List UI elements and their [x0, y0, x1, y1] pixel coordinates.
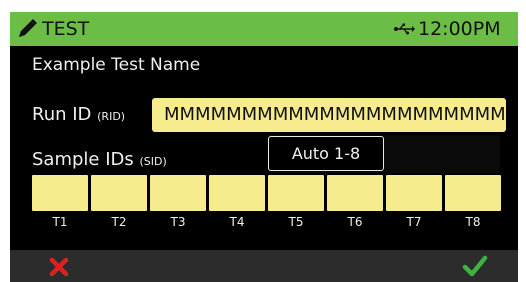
- tube-label: T5: [288, 215, 304, 229]
- pen-icon: [19, 19, 37, 37]
- tube-label: T7: [406, 215, 422, 229]
- device-screen: TEST 12:00PM Example Test Name Run ID (R…: [10, 12, 518, 282]
- tube-label: T4: [229, 215, 245, 229]
- tube-slot-t6[interactable]: [327, 175, 383, 211]
- tube-row: [32, 175, 504, 211]
- tube-slot-t3[interactable]: [150, 175, 206, 211]
- tube-slot-t8[interactable]: [445, 175, 501, 211]
- footer-bar: [10, 250, 518, 282]
- sample-ids-label-text: Sample IDs: [32, 149, 134, 170]
- tube-labels: T1 T2 T3 T4 T5 T6 T7 T8: [32, 215, 504, 231]
- usb-icon: [394, 23, 415, 35]
- app-title: TEST: [42, 18, 90, 40]
- header-bar: TEST 12:00PM: [10, 12, 518, 46]
- tube-label: T3: [170, 215, 186, 229]
- tube-label: T6: [347, 215, 363, 229]
- tube-slot-t4[interactable]: [209, 175, 265, 211]
- confirm-check-icon[interactable]: [462, 253, 488, 279]
- tube-label: T2: [111, 215, 127, 229]
- sample-ids-mode-button[interactable]: Auto 1-8: [268, 136, 384, 171]
- run-id-label-text: Run ID: [32, 104, 92, 125]
- run-id-label: Run ID (RID): [32, 104, 125, 128]
- tube-label: T1: [52, 215, 68, 229]
- run-id-tag: (RID): [97, 110, 126, 123]
- run-id-input[interactable]: MMMMMMMMMMMMMMMMMMMMMM: [152, 98, 506, 132]
- clock: 12:00PM: [418, 18, 501, 40]
- test-name: Example Test Name: [32, 55, 201, 75]
- tube-slot-t5[interactable]: [268, 175, 324, 211]
- sample-ids-label: Sample IDs (SID): [32, 149, 167, 173]
- tube-slot-t2[interactable]: [91, 175, 147, 211]
- tube-label: T8: [465, 215, 481, 229]
- sample-ids-tag: (SID): [139, 155, 167, 168]
- tube-slot-t1[interactable]: [32, 175, 88, 211]
- tube-slot-t7[interactable]: [386, 175, 442, 211]
- cancel-x-icon[interactable]: [48, 256, 70, 278]
